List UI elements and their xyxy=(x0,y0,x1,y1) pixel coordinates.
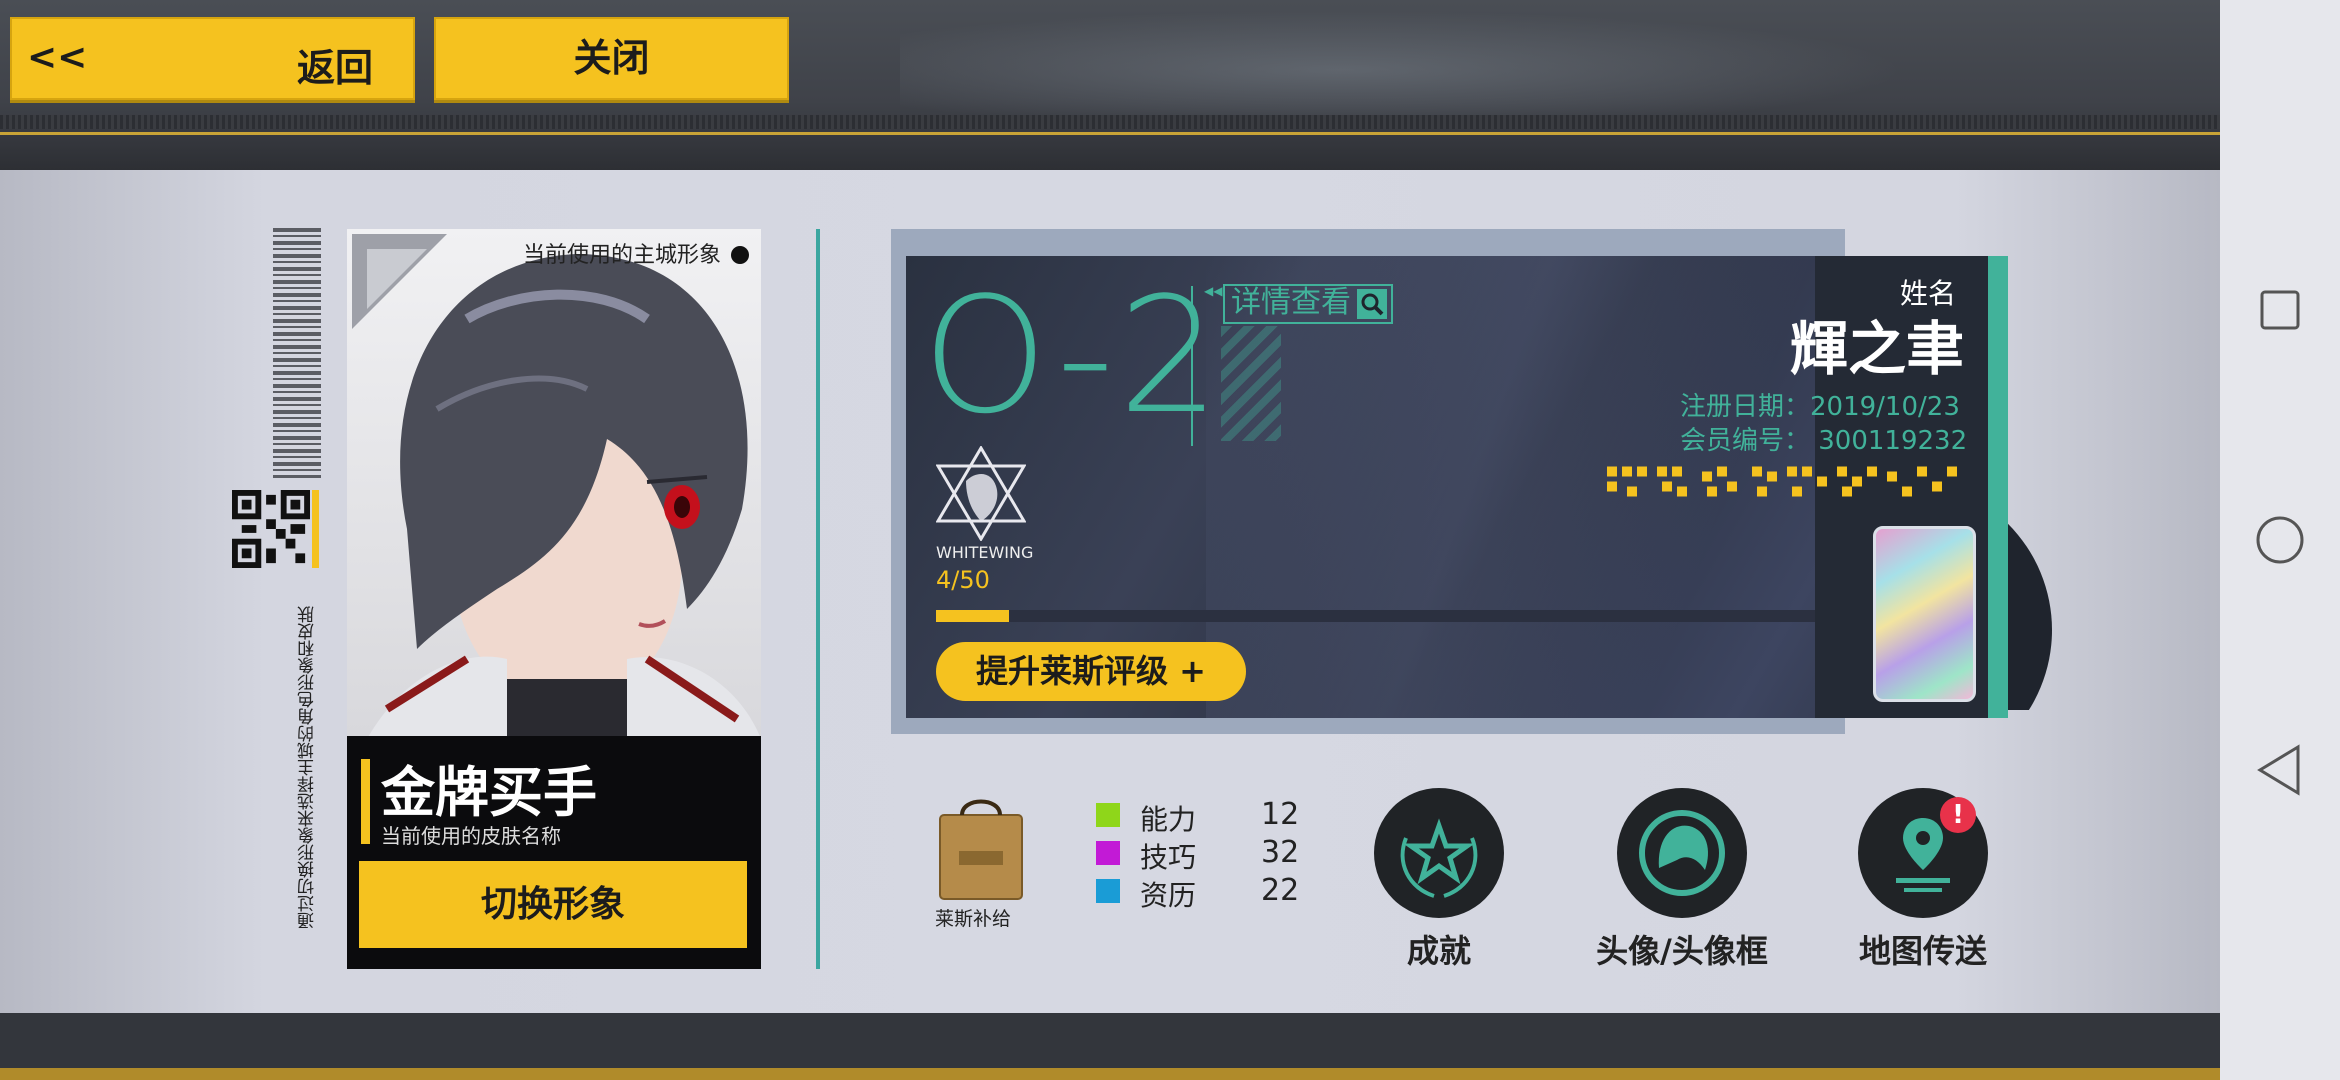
registration-date: 注册日期：2019/10/23 xyxy=(1680,392,1960,422)
holographic-chip xyxy=(1873,526,1976,702)
stat-value-skill: 32 xyxy=(1261,835,1300,870)
stat-label-seniority: 资历 xyxy=(1140,879,1197,912)
top-bar-stripes xyxy=(0,115,2220,129)
upgrade-rating-button[interactable]: 提升莱斯评级 + xyxy=(936,642,1246,701)
vertical-divider xyxy=(816,229,820,969)
stat-color-swatch xyxy=(1096,841,1120,865)
dot-pattern-decoration xyxy=(1607,466,1957,497)
back-triangle-icon[interactable] xyxy=(2256,744,2302,796)
back-chevron-icon: << xyxy=(27,37,88,78)
dot-icon xyxy=(731,246,749,264)
bottom-gold-line xyxy=(0,1068,2220,1080)
top-bar-gold-line xyxy=(0,132,2220,135)
recents-square-icon[interactable] xyxy=(2260,290,2300,330)
portrait-caption: 当前使用的主城形象 xyxy=(523,237,749,269)
supply-bag-icon[interactable] xyxy=(934,793,1028,901)
achievement-label: 成就 xyxy=(1406,932,1471,970)
character-illustration xyxy=(352,234,761,739)
avatar-frame-label: 头像/头像框 xyxy=(1596,932,1768,970)
portrait-card: 当前使用的主城形象 金牌买手 当前使用的皮肤名称 切换形象 xyxy=(347,229,761,969)
back-label: 返回 xyxy=(297,46,374,90)
view-details-button[interactable]: 详情查看 xyxy=(1223,284,1393,324)
hatch-decoration xyxy=(1221,326,1281,441)
map-teleport-label: 地图传送 xyxy=(1858,932,1987,970)
whitewing-logo-icon xyxy=(936,446,1026,541)
bottom-bar xyxy=(0,1013,2220,1080)
qr-accent-bar xyxy=(312,490,319,568)
vertical-hint-label: 通过切换形象来选择主城的角色形象和皮肤 xyxy=(298,606,318,929)
arrows-icon: ◀◀ xyxy=(1204,284,1223,298)
progress-fill xyxy=(936,610,1009,622)
portrait-caption-text: 当前使用的主城形象 xyxy=(522,243,721,268)
stat-value-seniority: 22 xyxy=(1261,873,1300,908)
back-button[interactable]: << 返回 xyxy=(10,17,415,100)
stat-label-ability: 能力 xyxy=(1140,803,1197,836)
home-circle-icon[interactable] xyxy=(2255,515,2305,565)
view-details-label: 详情查看 xyxy=(1231,285,1351,320)
barcode-decoration xyxy=(273,228,321,478)
stat-label-skill: 技巧 xyxy=(1140,841,1197,874)
laurel-star-icon xyxy=(1400,818,1478,898)
stat-value-ability: 12 xyxy=(1261,797,1300,832)
skin-name: 金牌买手 xyxy=(381,761,597,824)
avatar-frame-button[interactable] xyxy=(1617,788,1747,918)
skin-subtitle: 当前使用的皮肤名称 xyxy=(381,824,561,848)
progress-text: 4/50 xyxy=(936,566,990,594)
close-button[interactable]: 关闭 xyxy=(434,17,789,100)
member-number: 会员编号： 300119232 xyxy=(1680,426,1968,456)
character-portrait: 当前使用的主城形象 xyxy=(347,229,761,739)
name-panel-edge xyxy=(1988,256,2008,718)
qr-code-icon xyxy=(232,490,310,568)
vertical-hint-text: 通过切换形象来选择主城的角色形象和皮肤 xyxy=(295,606,325,971)
stat-color-swatch xyxy=(1096,879,1120,903)
progress-bar xyxy=(936,610,1846,622)
switch-appearance-button[interactable]: 切换形象 xyxy=(359,861,747,948)
logo-name: WHITEWING xyxy=(936,543,1034,562)
supply-label: 莱斯补给 xyxy=(935,908,1012,930)
skin-accent-bar xyxy=(361,759,370,844)
stat-color-swatch xyxy=(1096,803,1120,827)
rank-divider xyxy=(1191,286,1193,446)
achievement-button[interactable] xyxy=(1374,788,1504,918)
magnifier-icon xyxy=(1357,288,1387,319)
rank-text: O-2 xyxy=(922,262,1224,449)
skin-info-box: 金牌买手 当前使用的皮肤名称 切换形象 xyxy=(347,736,761,969)
name-value: 輝之聿 xyxy=(1790,315,1965,383)
notification-badge: ! xyxy=(1940,797,1976,833)
avatar-icon xyxy=(1639,810,1725,896)
